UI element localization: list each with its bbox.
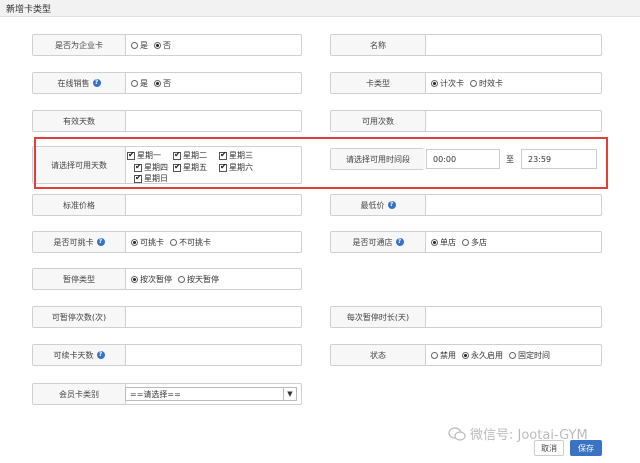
- stdprice-input[interactable]: [125, 195, 301, 215]
- enterprise-row: 是否为企业卡 是 否: [32, 34, 302, 56]
- online-option-no[interactable]: 否: [154, 78, 171, 89]
- radio-checked-icon[interactable]: [431, 238, 438, 246]
- enterprise-options: 是 否: [125, 35, 301, 55]
- radio-checked-icon[interactable]: [154, 41, 161, 49]
- usecount-row: 可用次数: [330, 110, 602, 132]
- pausetype-row: 暂停类型 按次暂停 按天暂停: [32, 268, 302, 290]
- membertype-selected: ==请选择==: [130, 389, 181, 399]
- close-icon[interactable]: ×: [6, 1, 634, 14]
- pausetype-label: 暂停类型: [33, 269, 126, 289]
- status-row: 状态 禁用 永久启用 固定时间: [330, 344, 602, 366]
- renewdays-row: 可续卡天数?: [32, 344, 302, 366]
- minprice-label: 最低价: [360, 200, 385, 210]
- stores-option-multi[interactable]: 多店: [462, 237, 487, 248]
- enterprise-option-no[interactable]: 否: [154, 40, 171, 51]
- radio-checked-icon[interactable]: [431, 79, 438, 87]
- pick-option-yes[interactable]: 可挑卡: [131, 237, 164, 248]
- stores-row: 是否可通店? 单店 多店: [330, 231, 602, 253]
- pick-options: 可挑卡 不可挑卡: [125, 232, 301, 252]
- watermark: 微信号: Jootai-GYM: [448, 424, 588, 443]
- pausetype-option-count[interactable]: 按次暂停: [131, 274, 172, 285]
- validdays-label: 有效天数: [33, 111, 126, 131]
- dialog-titlebar: 新增卡类型 ×: [0, 0, 640, 17]
- highlight-box: [34, 137, 608, 189]
- radio-checked-icon[interactable]: [131, 238, 138, 246]
- radio-checked-icon[interactable]: [131, 275, 138, 283]
- stdprice-label: 标准价格: [33, 195, 126, 215]
- usecount-label: 可用次数: [331, 111, 426, 131]
- name-row: 名称: [330, 34, 602, 56]
- stores-label-cell: 是否可通店?: [331, 232, 426, 252]
- radio-icon[interactable]: [178, 275, 185, 283]
- cancel-button[interactable]: 取消: [534, 440, 564, 456]
- cardtype-options: 计次卡 时效卡: [425, 73, 601, 93]
- pauselen-input[interactable]: [425, 307, 601, 327]
- minprice-label-cell: 最低价?: [331, 195, 426, 215]
- stores-options: 单店 多店: [425, 232, 601, 252]
- wechat-icon: [448, 426, 466, 441]
- help-icon[interactable]: ?: [92, 79, 101, 87]
- validdays-input[interactable]: [125, 111, 301, 131]
- pausetype-options: 按次暂停 按天暂停: [125, 269, 301, 289]
- status-label: 状态: [331, 345, 426, 365]
- membertype-label: 会员卡类别: [33, 384, 126, 404]
- online-options: 是 否: [125, 73, 301, 93]
- radio-icon[interactable]: [470, 79, 477, 87]
- pick-label-cell: 是否可挑卡?: [33, 232, 126, 252]
- renewdays-label: 可续卡天数: [53, 350, 94, 360]
- enterprise-option-yes[interactable]: 是: [131, 40, 148, 51]
- radio-checked-icon[interactable]: [462, 351, 469, 359]
- save-button[interactable]: 保存: [570, 440, 602, 456]
- radio-icon[interactable]: [462, 238, 469, 246]
- membertype-select[interactable]: ==请选择== ▼: [125, 387, 297, 401]
- pick-label: 是否可挑卡: [53, 237, 94, 247]
- online-option-yes[interactable]: 是: [131, 78, 148, 89]
- renewdays-label-cell: 可续卡天数?: [33, 345, 126, 365]
- validdays-row: 有效天数: [32, 110, 302, 132]
- membertype-row: 会员卡类别 ==请选择== ▼: [32, 383, 302, 405]
- radio-icon[interactable]: [170, 238, 177, 246]
- pausecount-label: 可暂停次数(次): [33, 307, 126, 327]
- usecount-input[interactable]: [425, 111, 601, 131]
- online-label-cell: 在线销售?: [33, 73, 126, 93]
- help-icon[interactable]: ?: [96, 351, 105, 359]
- online-label: 在线销售: [57, 78, 90, 88]
- pausecount-row: 可暂停次数(次): [32, 306, 302, 328]
- stdprice-row: 标准价格: [32, 194, 302, 216]
- stores-option-single[interactable]: 单店: [431, 237, 456, 248]
- pauselen-label: 每次暂停时长(天): [331, 307, 426, 327]
- help-icon[interactable]: ?: [96, 238, 105, 246]
- renewdays-input[interactable]: [125, 345, 301, 365]
- pick-option-no[interactable]: 不可挑卡: [170, 237, 211, 248]
- minprice-row: 最低价?: [330, 194, 602, 216]
- cardtype-option-time[interactable]: 时效卡: [470, 78, 503, 89]
- minprice-input[interactable]: [425, 195, 601, 215]
- radio-icon[interactable]: [509, 351, 516, 359]
- help-icon[interactable]: ?: [387, 201, 396, 209]
- help-icon[interactable]: ?: [395, 238, 404, 246]
- pauselen-row: 每次暂停时长(天): [330, 306, 602, 328]
- cardtype-row: 卡类型 计次卡 时效卡: [330, 72, 602, 94]
- status-option-fixed[interactable]: 固定时间: [509, 350, 550, 361]
- radio-icon[interactable]: [131, 79, 138, 87]
- status-option-disabled[interactable]: 禁用: [431, 350, 456, 361]
- online-row: 在线销售? 是 否: [32, 72, 302, 94]
- pick-row: 是否可挑卡? 可挑卡 不可挑卡: [32, 231, 302, 253]
- radio-icon[interactable]: [431, 351, 438, 359]
- name-label: 名称: [331, 35, 426, 55]
- radio-checked-icon[interactable]: [154, 79, 161, 87]
- radio-icon[interactable]: [131, 41, 138, 49]
- enterprise-label: 是否为企业卡: [33, 35, 126, 55]
- chevron-down-icon[interactable]: ▼: [283, 388, 296, 400]
- cardtype-label: 卡类型: [331, 73, 426, 93]
- pausetype-option-day[interactable]: 按天暂停: [178, 274, 219, 285]
- name-input[interactable]: [425, 35, 601, 55]
- stores-label: 是否可通店: [352, 237, 393, 247]
- pausecount-input[interactable]: [125, 307, 301, 327]
- cardtype-option-count[interactable]: 计次卡: [431, 78, 464, 89]
- status-option-permanent[interactable]: 永久启用: [462, 350, 503, 361]
- status-options: 禁用 永久启用 固定时间: [425, 345, 601, 365]
